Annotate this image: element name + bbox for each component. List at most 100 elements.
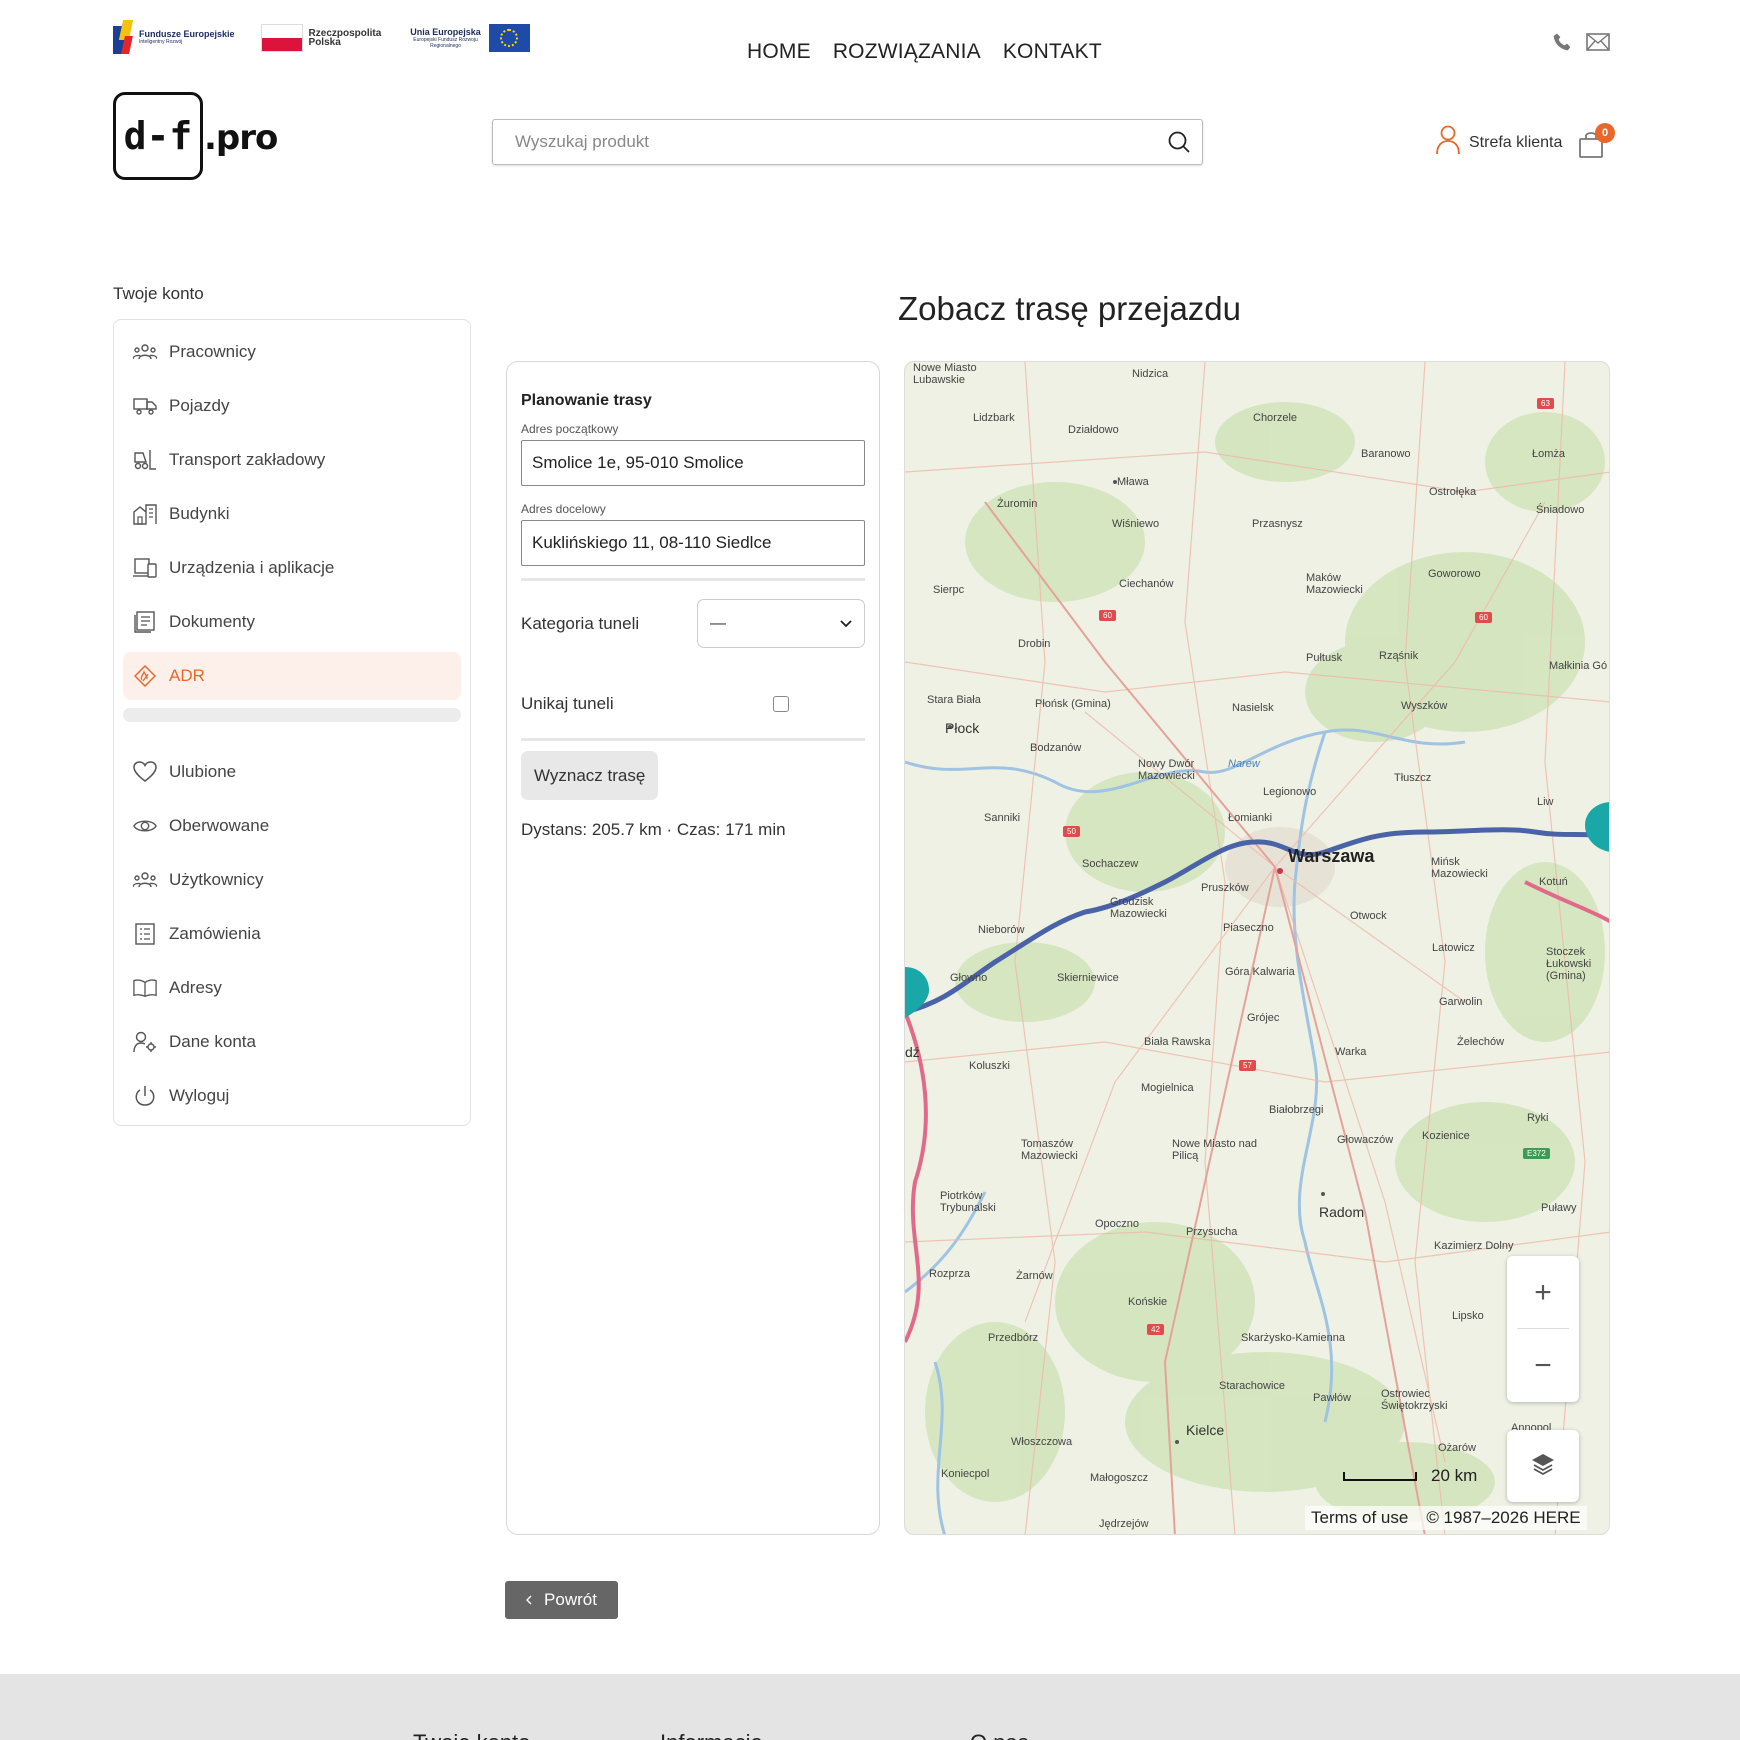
route-map[interactable]: Warszawa Płock Radom Kielce Mława Ciecha… [904, 361, 1610, 1535]
nav-rozwiazania[interactable]: ROZWIĄZANIA [833, 40, 981, 64]
mail-icon[interactable] [1586, 33, 1610, 56]
sidebar-item-pracownicy[interactable]: Pracownicy [123, 328, 461, 376]
map-label-lomianki: Łomianki [1228, 812, 1273, 824]
map-label-przedborz: Przedbórz [988, 1332, 1039, 1344]
nav-kontakt[interactable]: KONTAKT [1003, 40, 1102, 64]
nav-home[interactable]: HOME [747, 40, 811, 64]
map-label-bodzanow: Bodzanów [1030, 742, 1082, 754]
map-label-stoczek: Stoczek Łukowski (Gmina) [1546, 946, 1592, 982]
fundusze-europejskie-logo: Fundusze Europejskie Inteligentny Rozwój [113, 20, 235, 56]
sidebar-item-urzadzenia[interactable]: Urządzenia i aplikacje [123, 544, 461, 592]
sidebar-item-label: Urządzenia i aplikacje [169, 558, 335, 577]
map-label-skierniewice: Skierniewice [1057, 972, 1119, 984]
user-gear-icon [133, 1030, 157, 1054]
account-link[interactable]: Strefa klienta [1435, 125, 1562, 160]
map-label-kotun: Kotuń [1539, 876, 1568, 888]
map-label-starachowice: Starachowice [1219, 1380, 1286, 1392]
map-scale: 20 km [1343, 1466, 1477, 1486]
map-label-kielce: Kielce [1186, 1422, 1225, 1438]
scale-label: 20 km [1431, 1466, 1478, 1485]
map-label-chorzele: Chorzele [1253, 412, 1298, 424]
sidebar-item-transport-zakladowy[interactable]: Transport zakładowy [123, 436, 461, 484]
road-shield: 42 [1147, 1324, 1164, 1335]
search-input[interactable] [493, 120, 1156, 164]
tunnel-category-select[interactable]: — [697, 599, 865, 648]
map-label-przasnysz: Przasnysz [1252, 518, 1303, 530]
sidebar-item-label: Budynki [169, 504, 230, 523]
search-icon[interactable] [1156, 119, 1202, 165]
sidebar-divider [123, 708, 461, 722]
sidebar-item-ulubione[interactable]: Ulubione [123, 748, 461, 796]
sidebar-title: Twoje konto [113, 284, 204, 303]
sidebar-item-uzytkownicy[interactable]: Użytkownicy [123, 856, 461, 904]
document-icon [133, 610, 157, 634]
map-label-lodz-edge: dź [905, 1044, 920, 1060]
sidebar-item-label: Pracownicy [169, 342, 256, 361]
road-shield: 60 [1099, 610, 1116, 621]
zoom-in-button[interactable]: + [1507, 1256, 1579, 1329]
back-button[interactable]: Powrót [505, 1581, 618, 1619]
cart-button[interactable]: 0 [1578, 123, 1618, 161]
heart-icon [133, 760, 157, 784]
map-label-rawska: Biała Rawska [1144, 1036, 1211, 1048]
list-icon [133, 922, 157, 946]
sidebar-item-wyloguj[interactable]: Wyloguj [123, 1072, 461, 1120]
sidebar-item-dane-konta[interactable]: Dane konta [123, 1018, 461, 1066]
sidebar-item-budynki[interactable]: Budynki [123, 490, 461, 538]
sidebar-item-label: ADR [169, 666, 205, 685]
map-label-lidzbark: Lidzbark [973, 412, 1015, 424]
user-icon [1435, 125, 1461, 160]
start-address-input[interactable] [521, 440, 865, 486]
map-label-sochaczew: Sochaczew [1082, 858, 1139, 870]
phone-icon[interactable] [1552, 32, 1572, 57]
map-label-glowno: Głowno [950, 972, 988, 984]
map-label-warszawa: Warszawa [1288, 846, 1375, 866]
forklift-icon [133, 448, 157, 472]
map-copyright: © 1987–2026 HERE [1426, 1508, 1581, 1527]
map-label-sierpc: Sierpc [933, 584, 965, 596]
map-label-baranowo: Baranowo [1361, 448, 1411, 460]
footer-col-account: Twoje konto [413, 1730, 530, 1740]
sidebar-item-dokumenty[interactable]: Dokumenty [123, 598, 461, 646]
map-label-gora-kalwaria: Góra Kalwaria [1225, 966, 1295, 978]
calculate-route-button[interactable]: Wyznacz trasę [521, 751, 659, 800]
road-shield: E372 [1523, 1148, 1550, 1159]
map-label-pultusk: Pułtusk [1306, 652, 1343, 664]
map-label-tomaszow: Tomaszów Mazowiecki [1021, 1138, 1078, 1162]
footer-col-about: O nas [970, 1730, 1029, 1740]
sidebar-item-label: Pojazdy [169, 396, 230, 415]
road-shield: 63 [1537, 398, 1554, 409]
sidebar-item-label: Zamówienia [169, 924, 261, 943]
map-label-liw: Liw [1537, 796, 1554, 808]
sidebar-item-adr[interactable]: ADR [123, 652, 461, 700]
logo-text: d-f [123, 114, 193, 158]
map-label-wyszkow: Wyszków [1401, 700, 1448, 712]
map-label-latowicz: Latowicz [1432, 942, 1475, 954]
road-shield: 50 [1063, 826, 1080, 837]
fe-subtitle: Inteligentny Rozwój [139, 39, 183, 45]
zoom-out-button[interactable]: − [1507, 1329, 1579, 1402]
route-planner-panel: Planowanie trasy Adres początkowy Adres … [506, 361, 880, 1535]
map-layers-button[interactable] [1507, 1430, 1579, 1502]
site-logo[interactable]: d-f [113, 92, 203, 180]
dest-address-label: Adres docelowy [521, 502, 606, 516]
sidebar-item-pojazdy[interactable]: Pojazdy [123, 382, 461, 430]
map-label-koluszki: Koluszki [969, 1060, 1010, 1072]
dest-address-input[interactable] [521, 520, 865, 566]
map-label-glowaczow: Głowaczów [1337, 1134, 1394, 1146]
sidebar-item-oberwowane[interactable]: Oberwowane [123, 802, 461, 850]
fe-title: Fundusze Europejskie [139, 29, 235, 39]
avoid-tunnels-checkbox[interactable] [773, 696, 789, 712]
map-label-pawlow: Pawłów [1313, 1392, 1351, 1404]
sidebar-item-adresy[interactable]: Adresy [123, 964, 461, 1012]
tunnel-category-label: Kategoria tuneli [521, 613, 640, 633]
sidebar-item-zamowienia[interactable]: Zamówienia [123, 910, 461, 958]
map-label-kozienice: Kozienice [1422, 1130, 1470, 1142]
eye-icon [133, 814, 157, 838]
map-label-ostroleka: Ostrołęka [1429, 486, 1477, 498]
map-label-pruszkow: Pruszków [1201, 882, 1249, 894]
terms-of-use-link[interactable]: Terms of use [1311, 1508, 1408, 1528]
map-attribution: Terms of use © 1987–2026 HERE [1305, 1506, 1587, 1530]
map-label-makow: Maków Mazowiecki [1306, 572, 1363, 596]
map-label-bialobrzegi: Białobrzegi [1269, 1104, 1324, 1116]
